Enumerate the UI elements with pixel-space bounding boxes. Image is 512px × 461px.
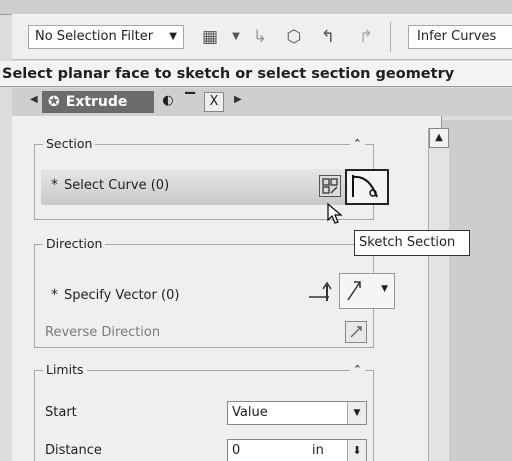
select-curve-label: Select Curve (0) <box>64 178 170 193</box>
specify-vector-label-wrap: * Specify Vector (0) <box>51 287 179 303</box>
infer-curves-value: Infer Curves <box>417 29 497 44</box>
minimize-icon[interactable]: ▔ <box>180 92 200 112</box>
vector-dialog-button[interactable] <box>305 277 341 307</box>
tab-scroll-left-icon[interactable]: ◀ <box>30 94 38 105</box>
dialog-scrollbar[interactable]: ▲ <box>428 128 449 461</box>
toolbar-divider <box>390 22 391 52</box>
chevron-up-icon[interactable]: ⌃ <box>349 363 365 376</box>
distance-value: 0 <box>232 443 241 458</box>
section-title: Section <box>43 136 96 151</box>
dialog-tab-row: ◀ ✪ Extrude ◐ ▔ X ▶ <box>12 88 512 116</box>
curve-selector-button[interactable] <box>345 169 389 205</box>
section-group: Section ⌃ * Select Curve (0) <box>34 136 389 220</box>
chevron-up-icon[interactable]: ⌃ <box>349 137 365 150</box>
specify-vector-label: Specify Vector (0) <box>64 288 180 303</box>
sketch-section-icon <box>322 178 338 194</box>
chevron-down-icon: ▼ <box>347 402 366 424</box>
snap-end-icon[interactable]: ↱ <box>354 25 378 49</box>
selection-scope-icon[interactable]: ▦ <box>198 25 222 49</box>
required-marker: * <box>51 177 58 193</box>
curve-icon <box>352 175 378 198</box>
reverse-direction-label: Reverse Direction <box>45 325 161 340</box>
selection-filter-value: No Selection Filter <box>35 29 154 44</box>
distance-field[interactable]: 0 in ⬇ <box>227 439 367 461</box>
limits-title: Limits <box>43 362 87 377</box>
direction-group: Direction * Specify Vector (0) ▼ Reverse … <box>34 236 395 348</box>
chevron-down-icon: ▼ <box>169 31 177 42</box>
infer-curves-dropdown[interactable]: Infer Curves <box>408 25 512 49</box>
selection-filter-dropdown[interactable]: No Selection Filter ▼ <box>28 25 184 49</box>
select-body-icon[interactable]: ⬡ <box>282 25 306 49</box>
revolve-icon[interactable]: ◐ <box>158 92 178 112</box>
tab-scroll-right-icon[interactable]: ▶ <box>234 94 242 105</box>
limits-group: Limits ⌃ Start Value ▼ Distance 0 in ⬇ <box>34 362 374 461</box>
scroll-up-icon[interactable]: ▲ <box>429 128 449 148</box>
required-marker: * <box>51 287 58 303</box>
start-label: Start <box>45 405 77 420</box>
tab-extrude[interactable]: ✪ Extrude <box>42 91 154 113</box>
sketch-section-button[interactable] <box>319 175 341 197</box>
selection-toolbar: No Selection Filter ▼ ▦ ▼ ↳ ⬡ ↰ ↱ Infer … <box>12 14 512 60</box>
mouse-pointer-icon <box>326 202 344 230</box>
vector-constructor-icon <box>309 281 332 301</box>
snap-point-icon[interactable]: ↰ <box>316 25 340 49</box>
chevron-down-icon[interactable]: ▼ <box>224 25 248 49</box>
close-button[interactable]: X <box>204 92 224 112</box>
start-value: Value <box>232 405 268 420</box>
select-curve-label-wrap: * Select Curve (0) <box>51 177 169 193</box>
distance-menu-icon[interactable]: ⬇ <box>347 440 366 461</box>
extrude-dialog: Section ⌃ * Select Curve (0) Direction *… <box>12 116 442 461</box>
select-feature-icon[interactable]: ↳ <box>248 25 272 49</box>
tab-extrude-label: Extrude <box>65 94 128 110</box>
inferred-vector-icon <box>347 281 361 301</box>
sketch-section-tooltip: Sketch Section <box>354 230 470 256</box>
close-icon: X <box>209 94 219 109</box>
distance-unit: in <box>312 443 324 458</box>
chevron-down-icon: ▼ <box>381 284 388 294</box>
reverse-direction-icon <box>350 326 362 338</box>
reverse-direction-button[interactable] <box>345 321 367 343</box>
distance-label: Distance <box>45 443 102 458</box>
top-strip <box>0 0 512 15</box>
nx-window: No Selection Filter ▼ ▦ ▼ ↳ ⬡ ↰ ↱ Infer … <box>0 0 512 461</box>
start-dropdown[interactable]: Value ▼ <box>227 401 367 425</box>
cue-line: Select planar face to sketch or select s… <box>0 61 512 87</box>
vector-type-dropdown[interactable]: ▼ <box>339 273 395 309</box>
extrude-icon: ✪ <box>48 94 60 110</box>
direction-title: Direction <box>43 236 106 251</box>
